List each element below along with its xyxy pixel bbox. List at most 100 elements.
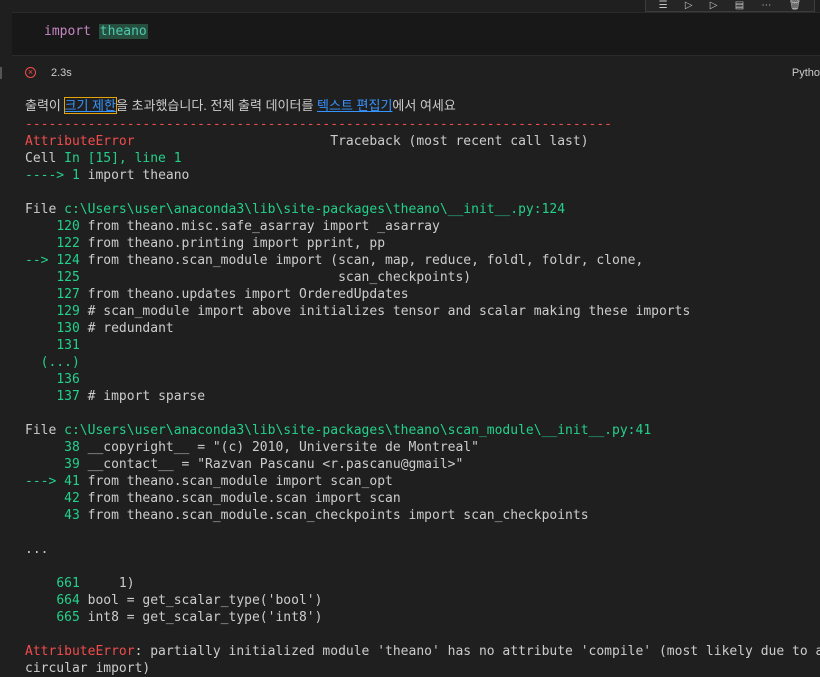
traceback-line: 137 # import sparse: [25, 388, 820, 405]
line-number: 136: [56, 372, 80, 387]
line-arrow: [25, 287, 56, 302]
line-number: 39: [64, 457, 80, 472]
line-arrow: ----> 1: [25, 168, 80, 183]
line-arrow: [25, 270, 56, 285]
code-cell-editor[interactable]: import theano: [12, 12, 820, 56]
traceback-line: 665 int8 = get_scalar_type('int8'): [25, 609, 820, 626]
error-type: AttributeError: [25, 644, 135, 659]
line-code: # scan_module import above initializes t…: [79, 304, 691, 319]
error-message: : partially initialized module 'theano' …: [134, 644, 820, 659]
ellipsis-line: ...: [25, 542, 49, 557]
traceback-line: --> 124 from theano.scan_module import (…: [25, 252, 820, 269]
line-code: __contact__ = "Razvan Pascanu <r.pascanu…: [79, 457, 464, 472]
truncation-message: 출력이 크기 제한을 초과했습니다. 전체 출력 데이터를 텍스트 편집기에서 …: [25, 96, 820, 116]
traceback-line: 661 1): [25, 575, 820, 592]
traceback-line: 129 # scan_module import above initializ…: [25, 303, 820, 320]
delete-icon[interactable]: 🗑: [789, 0, 802, 11]
traceback-divider: ----------------------------------------…: [25, 117, 612, 132]
split-cell-icon[interactable]: ▤: [735, 0, 744, 11]
traceback-label: Traceback (most recent call last): [134, 134, 589, 149]
cell-toolbar: ☰ ▷ ▷ ▤ ⋯ 🗑: [645, 0, 815, 12]
import-keyword: import: [44, 24, 91, 39]
line-arrow: [25, 355, 41, 370]
line-arrow: [25, 440, 64, 455]
line-arrow: [25, 491, 64, 506]
line-arrow: [25, 219, 56, 234]
cell-label: Cell: [25, 151, 65, 166]
execute-below-icon[interactable]: ▷: [710, 0, 718, 11]
line-code: scan_checkpoints): [79, 270, 472, 285]
traceback-line: ----> 1 import theano: [25, 167, 820, 184]
line-number: 125: [56, 270, 80, 285]
cell-in-link[interactable]: In [15], line 1: [64, 151, 181, 166]
frame-lines: 661 1) 664 bool = get_scalar_type('bool'…: [25, 575, 820, 626]
size-limit-link[interactable]: 크기 제한: [63, 97, 117, 114]
line-code: from theano.scan_module.scan import scan: [79, 491, 401, 506]
truncation-text-suffix: 에서 여세요: [392, 98, 456, 113]
line-arrow: --->: [25, 474, 65, 489]
line-number: 665: [56, 610, 80, 625]
cell-output: 출력이 크기 제한을 초과했습니다. 전체 출력 데이터를 텍스트 편집기에서 …: [25, 96, 820, 677]
cell-language-label[interactable]: Pytho: [792, 67, 820, 79]
execute-above-icon[interactable]: ▷: [685, 0, 693, 11]
line-code: from theano.printing import pprint, pp: [79, 236, 386, 251]
line-code: import theano: [79, 168, 190, 183]
line-code: __copyright__ = "(c) 2010, Universite de…: [79, 440, 479, 455]
line-number: 127: [56, 287, 80, 302]
line-code: int8 = get_scalar_type('int8'): [79, 610, 323, 625]
error-icon: ×: [25, 67, 36, 78]
line-number: 43: [64, 508, 80, 523]
text-editor-link[interactable]: 텍스트 편집기: [317, 98, 392, 113]
line-number: 661: [56, 576, 80, 591]
traceback-line: ---> 41 from theano.scan_module import s…: [25, 473, 820, 490]
file-path-link[interactable]: c:\Users\user\anaconda3\lib\site-package…: [64, 423, 651, 438]
frame-file-line: File c:\Users\user\anaconda3\lib\site-pa…: [25, 422, 820, 439]
line-number: 120: [56, 219, 80, 234]
line-arrow: [25, 593, 56, 608]
line-number: 38: [64, 440, 80, 455]
line-number: 137: [56, 389, 80, 404]
line-arrow: [25, 372, 56, 387]
traceback-line: (...): [25, 354, 820, 371]
line-arrow: [25, 338, 56, 353]
traceback-line: 131: [25, 337, 820, 354]
line-number: 664: [56, 593, 80, 608]
line-code: # redundant: [79, 321, 174, 336]
line-number: (...): [40, 355, 80, 370]
traceback-line: 127 from theano.updates import OrderedUp…: [25, 286, 820, 303]
line-arrow: [25, 321, 56, 336]
traceback: ----------------------------------------…: [25, 116, 820, 677]
truncation-text-prefix: 출력이: [25, 98, 65, 113]
line-code: from theano.scan_module import (scan, ma…: [79, 253, 644, 268]
frame-lines: 120 from theano.misc.safe_asarray import…: [25, 218, 820, 405]
module-name: theano: [98, 24, 148, 39]
line-number: 122: [56, 236, 80, 251]
line-arrow: [25, 236, 56, 251]
line-code: bool = get_scalar_type('bool'): [79, 593, 323, 608]
frame-file-line: File c:\Users\user\anaconda3\lib\site-pa…: [25, 201, 820, 218]
line-code: from theano.scan_module import scan_opt: [79, 474, 393, 489]
traceback-line: 130 # redundant: [25, 320, 820, 337]
traceback-line: 42 from theano.scan_module.scan import s…: [25, 490, 820, 507]
cell-reference: Cell In [15], line 1: [25, 150, 820, 167]
code-line[interactable]: import theano: [44, 24, 148, 39]
more-icon[interactable]: ⋯: [761, 0, 771, 11]
line-number: 124: [56, 253, 80, 268]
cell-status-bar: × 2.3s Pytho: [0, 64, 820, 86]
line-arrow: [25, 610, 56, 625]
line-arrow: -->: [25, 253, 57, 268]
run-by-line-icon[interactable]: ☰: [659, 0, 668, 11]
line-number: 129: [56, 304, 80, 319]
line-arrow: [25, 304, 56, 319]
traceback-line: 39 __contact__ = "Razvan Pascanu <r.pasc…: [25, 456, 820, 473]
file-path-link[interactable]: c:\Users\user\anaconda3\lib\site-package…: [64, 202, 565, 217]
line-code: from theano.scan_module.scan_checkpoints…: [79, 508, 589, 523]
line-code: 1): [79, 576, 135, 591]
file-label: File: [25, 202, 65, 217]
line-code: from theano.updates import OrderedUpdate…: [79, 287, 409, 302]
traceback-header: AttributeError Traceback (most recent ca…: [25, 133, 820, 150]
